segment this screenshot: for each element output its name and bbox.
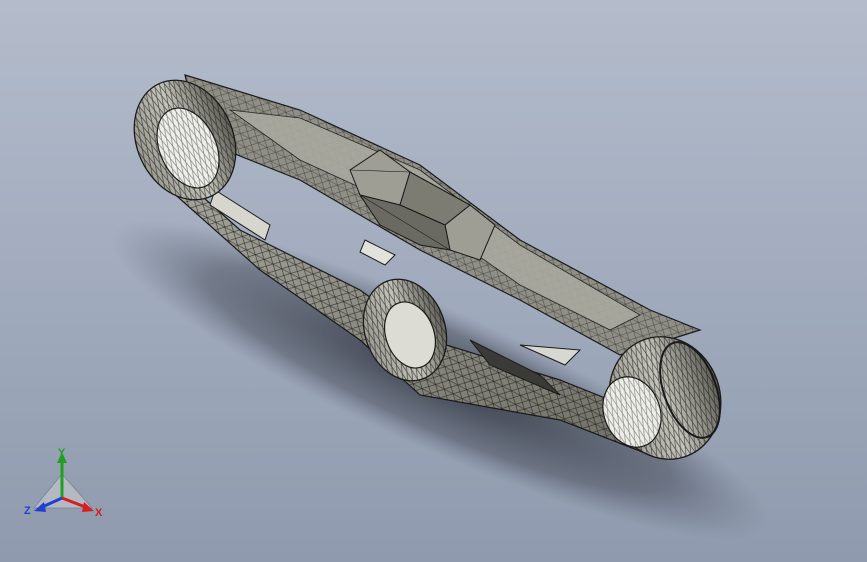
x-axis-label: X [95,507,103,519]
view-orientation-triad[interactable]: Y X Z [22,446,106,526]
linkage-model[interactable] [0,0,867,562]
left-end-bushing [133,79,237,201]
y-axis-label: Y [58,447,66,459]
z-axis-label: Z [24,505,31,517]
graphics-viewport[interactable]: Y X Z [0,0,867,562]
